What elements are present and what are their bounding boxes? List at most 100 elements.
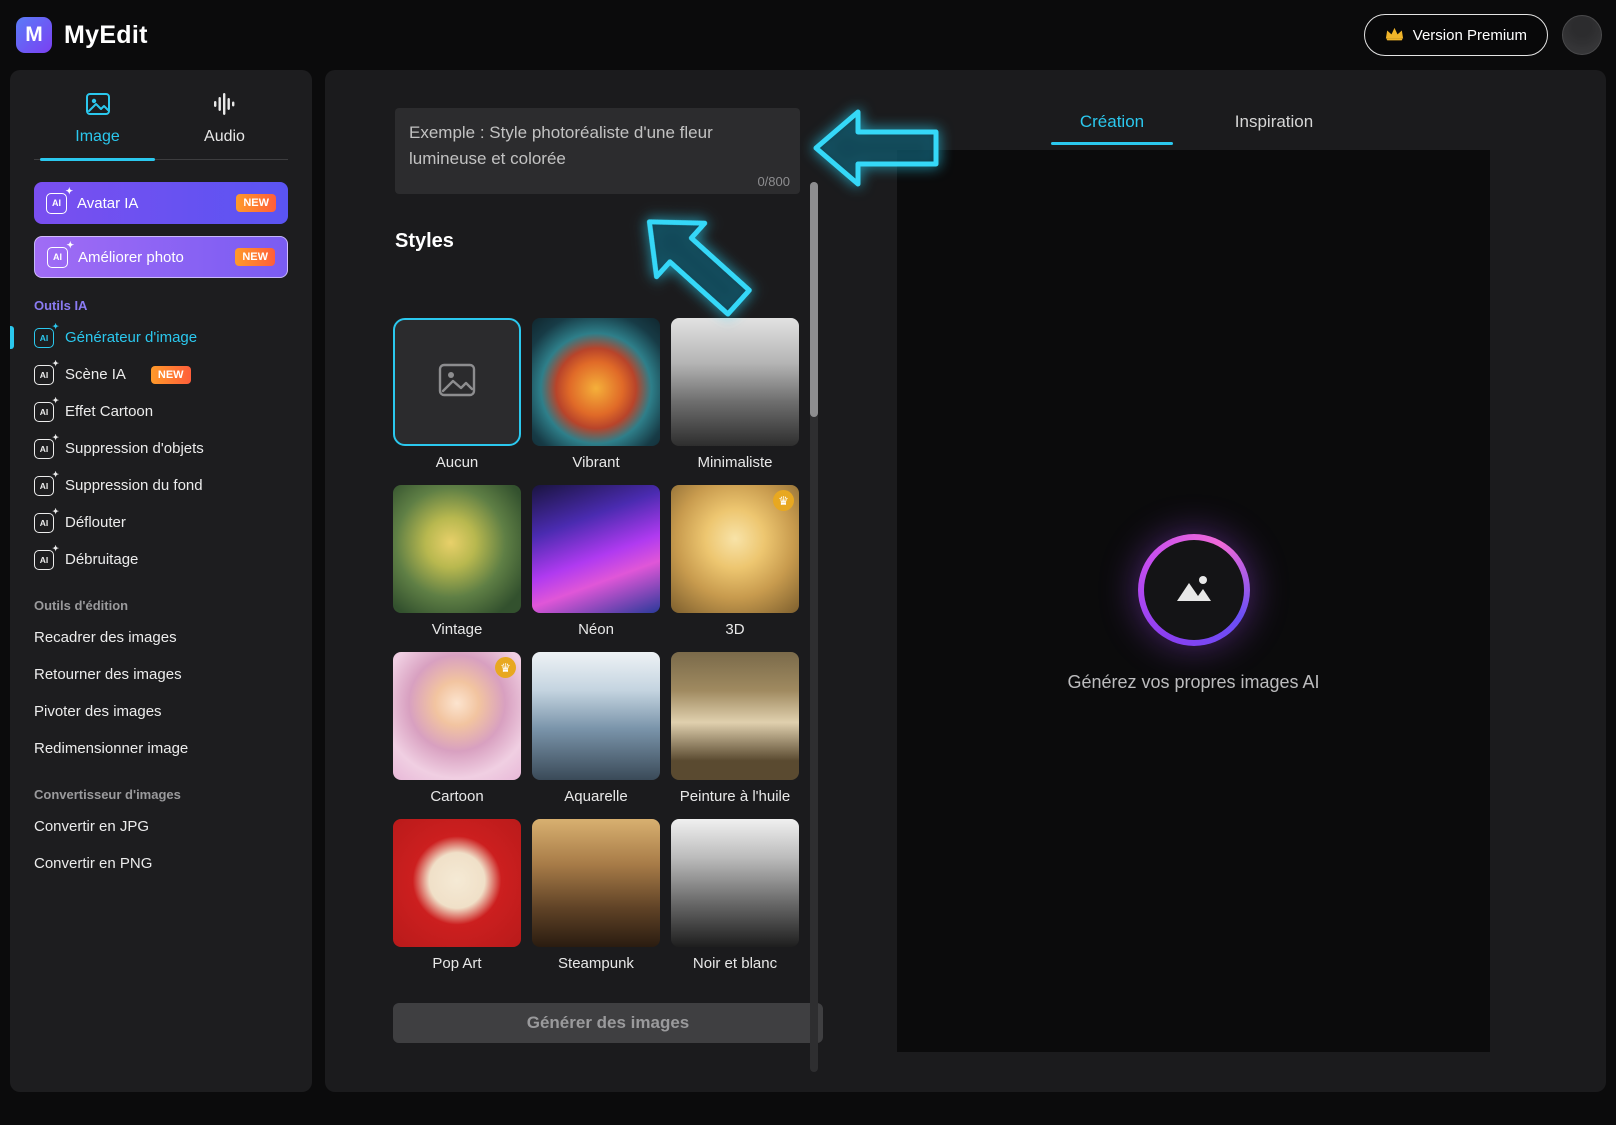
style-thumb-vibrant [532, 318, 660, 446]
promo-avatar-label: Avatar IA [77, 194, 139, 212]
style-label: Noir et blanc [692, 955, 778, 972]
style-label: 3D [725, 621, 745, 638]
style-label: Aucun [435, 454, 479, 471]
promo-ameliorer-photo[interactable]: AI Améliorer photo NEW [34, 236, 288, 278]
style-option-neon[interactable]: Néon [532, 485, 660, 638]
style-thumb-peinture-huile [671, 652, 799, 780]
sidebar-item-effet-cartoon[interactable]: AI Effet Cartoon [34, 393, 288, 430]
myedit-logo-icon[interactable]: M [16, 17, 52, 53]
style-label: Cartoon [430, 788, 484, 805]
tab-image[interactable]: Image [34, 92, 161, 161]
style-label: Pop Art [432, 955, 482, 972]
audio-tab-icon [212, 92, 238, 121]
style-label: Vibrant [572, 454, 620, 471]
style-thumb-vintage [393, 485, 521, 613]
section-title-outils-edition: Outils d'édition [34, 598, 129, 613]
sidebar-item-label: Suppression d'objets [65, 440, 204, 457]
sidebar-item-label: Convertir en JPG [34, 818, 150, 835]
new-badge: NEW [150, 365, 191, 384]
sidebar: Image Audio AI Avatar IA NEW AI Améliore… [10, 70, 312, 1092]
preview-area: Générez vos propres images AI [897, 150, 1490, 1052]
sidebar-item-label: Débruitage [65, 551, 139, 568]
ai-sparkle-icon: AI [34, 359, 59, 385]
style-thumb-neon [532, 485, 660, 613]
tab-creation[interactable]: Création [1037, 112, 1187, 145]
sidebar-item-convertir-jpg[interactable]: Convertir en JPG [34, 808, 288, 845]
style-thumb-minimaliste [671, 318, 799, 446]
style-option-peinture-huile[interactable]: Peinture à l'huile [671, 652, 799, 805]
style-thumb-pop-art [393, 819, 521, 947]
promo-ameliorer-label: Améliorer photo [78, 248, 184, 266]
sidebar-item-suppression-objets[interactable]: AI Suppression d'objets [34, 430, 288, 467]
sidebar-item-scene-ia[interactable]: AI Scène IA NEW [34, 356, 288, 393]
preview-tabs: Création Inspiration [1037, 112, 1349, 145]
premium-crown-icon: ♛ [773, 490, 794, 511]
prompt-input[interactable] [395, 108, 800, 194]
image-tab-label: Image [75, 128, 120, 145]
annotation-arrow-left-icon [813, 109, 939, 187]
tab-audio[interactable]: Audio [161, 92, 288, 159]
promo-avatar-ia[interactable]: AI Avatar IA NEW [34, 182, 288, 224]
style-option-pop-art[interactable]: Pop Art [393, 819, 521, 972]
sidebar-item-deflouter[interactable]: AI Déflouter [34, 504, 288, 541]
sidebar-item-label: Scène IA [65, 366, 126, 383]
audio-tab-label: Audio [204, 128, 245, 145]
tab-inspiration[interactable]: Inspiration [1199, 112, 1349, 145]
style-option-vintage[interactable]: Vintage [393, 485, 521, 638]
premium-button[interactable]: Version Premium [1363, 14, 1548, 56]
sidebar-item-label: Retourner des images [34, 666, 182, 683]
style-option-minimaliste[interactable]: Minimaliste [671, 318, 799, 471]
user-avatar[interactable] [1562, 15, 1602, 55]
style-option-aucun[interactable]: Aucun [393, 318, 521, 471]
style-option-aquarelle[interactable]: Aquarelle [532, 652, 660, 805]
style-option-vibrant[interactable]: Vibrant [532, 318, 660, 471]
generate-images-button[interactable]: Générer des images [393, 1003, 823, 1043]
sidebar-item-pivoter[interactable]: Pivoter des images [34, 693, 288, 730]
scrollbar[interactable] [810, 182, 818, 1072]
ai-sparkle-icon: AI [34, 396, 59, 422]
style-label: Minimaliste [697, 454, 773, 471]
char-counter: 0/800 [757, 174, 790, 189]
sidebar-item-retourner[interactable]: Retourner des images [34, 656, 288, 693]
sidebar-item-label: Suppression du fond [65, 477, 203, 494]
style-thumb-aquarelle [532, 652, 660, 780]
premium-crown-icon: ♛ [495, 657, 516, 678]
scrollbar-thumb[interactable] [810, 182, 818, 417]
ai-sparkle-icon: AI [34, 322, 59, 348]
brand: M MyEdit [16, 17, 148, 53]
sidebar-item-label: Déflouter [65, 514, 126, 531]
sidebar-item-convertir-png[interactable]: Convertir en PNG [34, 845, 288, 882]
style-label: Aquarelle [564, 788, 628, 805]
section-title-convertisseur: Convertisseur d'images [34, 787, 181, 802]
tab-creation-label: Création [1079, 112, 1145, 131]
styles-grid: Aucun Vibrant Minimaliste Vintage Néon ♛… [393, 318, 799, 972]
image-placeholder-icon [438, 363, 476, 402]
sidebar-item-generateur-image[interactable]: AI Générateur d'image [10, 319, 288, 356]
ai-sparkle-icon: AI [34, 470, 59, 496]
empty-state-ring [1137, 534, 1250, 646]
style-option-cartoon[interactable]: ♛ Cartoon [393, 652, 521, 805]
sidebar-item-label: Effet Cartoon [65, 403, 154, 420]
ai-sparkle-icon: AI [34, 433, 59, 459]
image-tab-icon [85, 92, 111, 121]
sidebar-item-debruitage[interactable]: AI Débruitage [34, 541, 288, 578]
top-bar: M MyEdit Version Premium [0, 0, 1616, 70]
app-title: MyEdit [64, 20, 148, 49]
sidebar-tabs: Image Audio [34, 92, 288, 161]
tab-inspiration-label: Inspiration [1234, 112, 1314, 131]
style-option-steampunk[interactable]: Steampunk [532, 819, 660, 972]
sidebar-item-label: Recadrer des images [34, 629, 177, 646]
main-panel: 0/800 Styles Aucun Vibrant Minimaliste V… [325, 70, 1606, 1092]
sidebar-item-redimensionner[interactable]: Redimensionner image [34, 730, 288, 767]
section-title-outils-ia: Outils IA [34, 298, 88, 313]
sidebar-item-recadrer[interactable]: Recadrer des images [34, 619, 288, 656]
sidebar-item-label: Convertir en PNG [34, 855, 153, 872]
prompt-box: 0/800 [395, 108, 800, 194]
style-thumb-cartoon: ♛ [393, 652, 521, 780]
empty-state-text: Générez vos propres images AI [1067, 672, 1320, 692]
style-option-noir-et-blanc[interactable]: Noir et blanc [671, 819, 799, 972]
style-option-3d[interactable]: ♛ 3D [671, 485, 799, 638]
premium-label: Version Premium [1412, 26, 1527, 44]
sidebar-item-suppression-fond[interactable]: AI Suppression du fond [34, 467, 288, 504]
sidebar-item-label: Pivoter des images [34, 703, 162, 720]
